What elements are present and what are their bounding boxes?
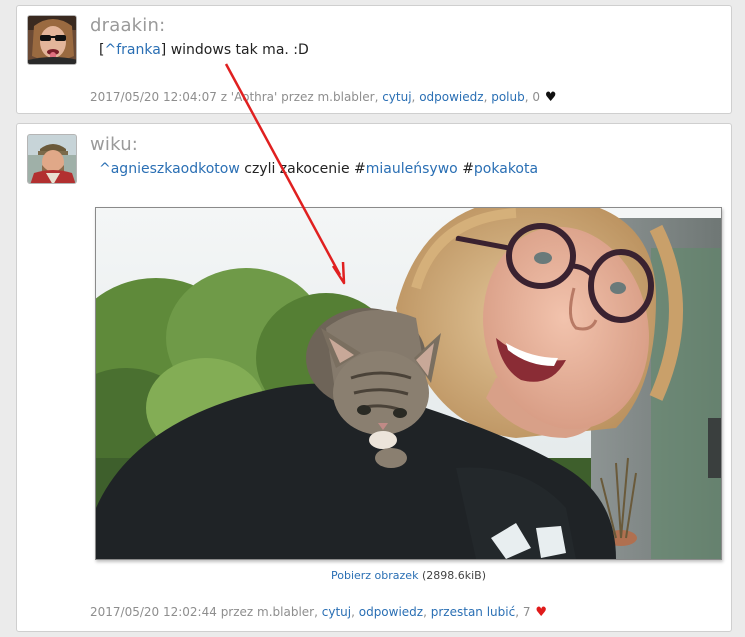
quote-link[interactable]: cytuj xyxy=(322,605,351,619)
meta-separator: , xyxy=(351,605,359,619)
reply-link[interactable]: odpowiedz xyxy=(359,605,423,619)
avatar-image xyxy=(28,135,76,183)
file-size: (2898.6kiB) xyxy=(418,569,486,582)
like-link[interactable]: polub xyxy=(491,90,525,104)
hashtag-mark: # xyxy=(354,161,366,177)
feed: draakin: [^franka] windows tak ma. :D 20… xyxy=(0,0,745,637)
post-wiku: wiku: ^agnieszkaodkotow czyli zakocenie … xyxy=(16,123,732,632)
mention-link[interactable]: ^franka xyxy=(104,42,160,58)
download-row: Pobierz obrazek (2898.6kiB) xyxy=(95,569,722,582)
avatar-draakin[interactable] xyxy=(27,15,77,65)
hashtag-link[interactable]: miauleńsywo xyxy=(366,161,458,177)
username[interactable]: draakin: xyxy=(90,15,165,36)
hashtag-link[interactable]: pokakota xyxy=(474,161,538,177)
quote-link[interactable]: cytuj xyxy=(382,90,411,104)
post-message: [^franka] windows tak ma. :D xyxy=(99,42,309,58)
meta-info: 2017/05/20 12:02:44 przez m.blabler, xyxy=(90,605,322,619)
post-message: ^agnieszkaodkotow czyli zakocenie #miaul… xyxy=(99,161,538,177)
attached-photo[interactable] xyxy=(95,207,722,560)
download-image-link[interactable]: Pobierz obrazek xyxy=(331,569,418,582)
reply-link[interactable]: odpowiedz xyxy=(419,90,483,104)
heart-icon: ♥ xyxy=(535,605,547,620)
meta-separator: , xyxy=(423,605,431,619)
avatar-image xyxy=(28,16,76,64)
post-meta: 2017/05/20 12:02:44 przez m.blabler, cyt… xyxy=(90,605,547,620)
like-count: 7 xyxy=(522,605,531,619)
post-draakin: draakin: [^franka] windows tak ma. :D 20… xyxy=(16,5,732,114)
meta-separator: , xyxy=(515,605,523,619)
photo-image xyxy=(96,208,721,559)
meta-info: 2017/05/20 12:04:07 z 'Aothra' przez m.b… xyxy=(90,90,383,104)
message-text: windows tak ma. :D xyxy=(166,42,309,58)
mention-link[interactable]: ^agnieszkaodkotow xyxy=(99,161,240,177)
message-text: czyli zakocenie xyxy=(239,161,355,177)
like-count: 0 xyxy=(532,90,540,104)
unlike-link[interactable]: przestan lubić xyxy=(431,605,515,619)
post-meta: 2017/05/20 12:04:07 z 'Aothra' przez m.b… xyxy=(90,90,556,105)
username[interactable]: wiku: xyxy=(90,134,138,155)
hashtag-mark: # xyxy=(462,161,474,177)
avatar-wiku[interactable] xyxy=(27,134,77,184)
heart-icon: ♥ xyxy=(544,90,557,105)
